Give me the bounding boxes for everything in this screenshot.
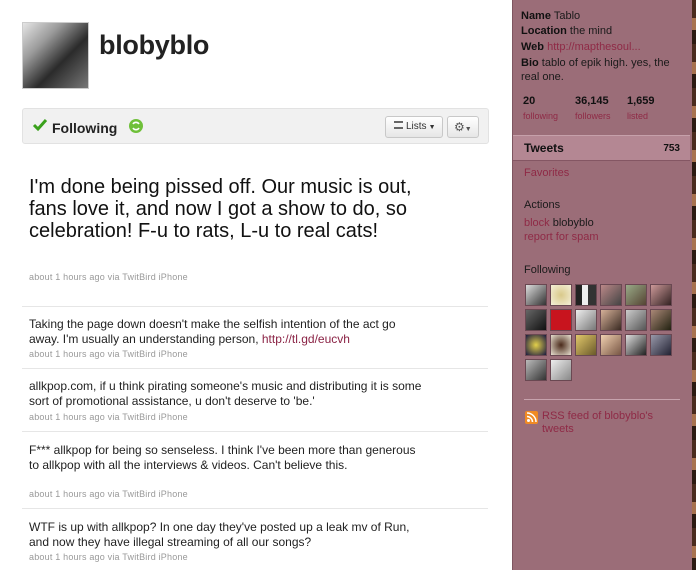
tweet-meta[interactable]: about 1 hours ago via TwitBird iPhone bbox=[29, 349, 188, 359]
rss-icon[interactable] bbox=[525, 411, 538, 424]
divider bbox=[22, 368, 488, 369]
block-action: block blobyblo bbox=[524, 217, 594, 229]
tweet-text: Taking the page down doesn't make the se… bbox=[29, 317, 424, 346]
refresh-icon[interactable] bbox=[129, 119, 143, 133]
listed-count-label[interactable]: listed bbox=[627, 111, 648, 121]
lists-button-label: Lists bbox=[406, 121, 427, 132]
following-avatar[interactable] bbox=[575, 284, 597, 306]
following-avatar[interactable] bbox=[650, 309, 672, 331]
sidebar-divider bbox=[524, 399, 680, 400]
report-spam-link[interactable]: report for spam bbox=[524, 231, 599, 243]
follow-bar: Following Lists ▼ ⚙▼ bbox=[22, 108, 489, 144]
block-link[interactable]: block bbox=[524, 217, 550, 229]
tweet-meta[interactable]: about 1 hours ago via TwitBird iPhone bbox=[29, 552, 188, 562]
listed-count[interactable]: 1,659 bbox=[627, 95, 655, 107]
following-count-label[interactable]: following bbox=[523, 111, 558, 121]
following-avatar[interactable] bbox=[525, 284, 547, 306]
following-count[interactable]: 20 bbox=[523, 95, 535, 107]
profile-name-line: Name Tablo bbox=[521, 9, 580, 23]
following-avatar[interactable] bbox=[550, 334, 572, 356]
following-avatar[interactable] bbox=[625, 309, 647, 331]
tweet-meta[interactable]: about 1 hours ago via TwitBird iPhone bbox=[29, 489, 188, 499]
tweets-tab-label: Tweets bbox=[524, 141, 564, 155]
tweets-tab[interactable]: Tweets 753 bbox=[513, 135, 690, 161]
following-avatar[interactable] bbox=[625, 334, 647, 356]
following-status-label: Following bbox=[52, 120, 118, 136]
divider bbox=[22, 306, 488, 307]
bio-value: tablo of epik high. yes, the real one. bbox=[521, 57, 670, 83]
following-avatar[interactable] bbox=[600, 284, 622, 306]
featured-tweet-text: I'm done being pissed off. Our music is … bbox=[29, 176, 412, 242]
favorites-link[interactable]: Favorites bbox=[524, 167, 569, 179]
followers-count-label[interactable]: followers bbox=[575, 111, 611, 121]
block-user-name: blobyblo bbox=[552, 217, 594, 229]
lists-button[interactable]: Lists ▼ bbox=[385, 116, 443, 138]
profile-location-line: Location the mind bbox=[521, 24, 612, 38]
tweets-count: 753 bbox=[663, 143, 680, 154]
divider bbox=[22, 431, 488, 432]
following-avatar[interactable] bbox=[525, 309, 547, 331]
chevron-down-icon: ▼ bbox=[428, 124, 436, 131]
following-avatar[interactable] bbox=[525, 334, 547, 356]
tweet-meta[interactable]: about 1 hours ago via TwitBird iPhone bbox=[29, 412, 188, 422]
check-icon bbox=[32, 119, 48, 132]
following-avatar[interactable] bbox=[550, 284, 572, 306]
followers-count[interactable]: 36,145 bbox=[575, 95, 609, 107]
following-heading: Following bbox=[524, 264, 571, 276]
following-avatar[interactable] bbox=[650, 334, 672, 356]
divider bbox=[22, 508, 488, 509]
name-label: Name bbox=[521, 10, 551, 22]
list-icon bbox=[394, 121, 403, 129]
following-avatar[interactable] bbox=[650, 284, 672, 306]
chevron-down-icon: ▼ bbox=[464, 126, 472, 133]
profile-screen-name: blobyblo bbox=[99, 30, 210, 60]
location-label: Location bbox=[521, 25, 567, 37]
following-avatar[interactable] bbox=[600, 309, 622, 331]
rss-feed-link[interactable]: RSS feed of blobyblo's tweets bbox=[542, 410, 672, 436]
tweet-text: F*** allkpop for being so senseless. I t… bbox=[29, 443, 416, 472]
tweet-text: WTF is up with allkpop? In one day they'… bbox=[29, 520, 410, 549]
following-avatar[interactable] bbox=[600, 334, 622, 356]
profile-bio-line: Bio tablo of epik high. yes, the real on… bbox=[521, 56, 673, 84]
following-avatar[interactable] bbox=[550, 359, 572, 381]
following-avatar[interactable] bbox=[575, 309, 597, 331]
web-link[interactable]: http://mapthesoul... bbox=[547, 41, 641, 53]
main-column: blobyblo Following Lists ▼ ⚙▼ I'm done be… bbox=[0, 0, 512, 570]
location-value: the mind bbox=[569, 25, 613, 37]
following-avatar[interactable] bbox=[575, 334, 597, 356]
featured-tweet-meta[interactable]: about 1 hours ago via TwitBird iPhone bbox=[29, 272, 188, 282]
web-label: Web bbox=[521, 41, 545, 53]
profile-avatar[interactable] bbox=[22, 22, 89, 89]
background-edge bbox=[692, 0, 696, 570]
following-avatar[interactable] bbox=[525, 359, 547, 381]
following-avatar[interactable] bbox=[625, 284, 647, 306]
settings-menu-button[interactable]: ⚙▼ bbox=[447, 116, 479, 138]
tweet-link[interactable]: http://tl.gd/eucvh bbox=[262, 332, 350, 346]
gear-icon: ⚙ bbox=[454, 120, 465, 134]
name-value: Tablo bbox=[553, 10, 581, 22]
actions-heading: Actions bbox=[524, 199, 561, 211]
profile-web-line: Web http://mapthesoul... bbox=[521, 40, 641, 54]
following-avatar[interactable] bbox=[550, 309, 572, 331]
bio-label: Bio bbox=[521, 57, 539, 69]
tweet-text: allkpop.com, if u think pirating someone… bbox=[29, 379, 422, 408]
